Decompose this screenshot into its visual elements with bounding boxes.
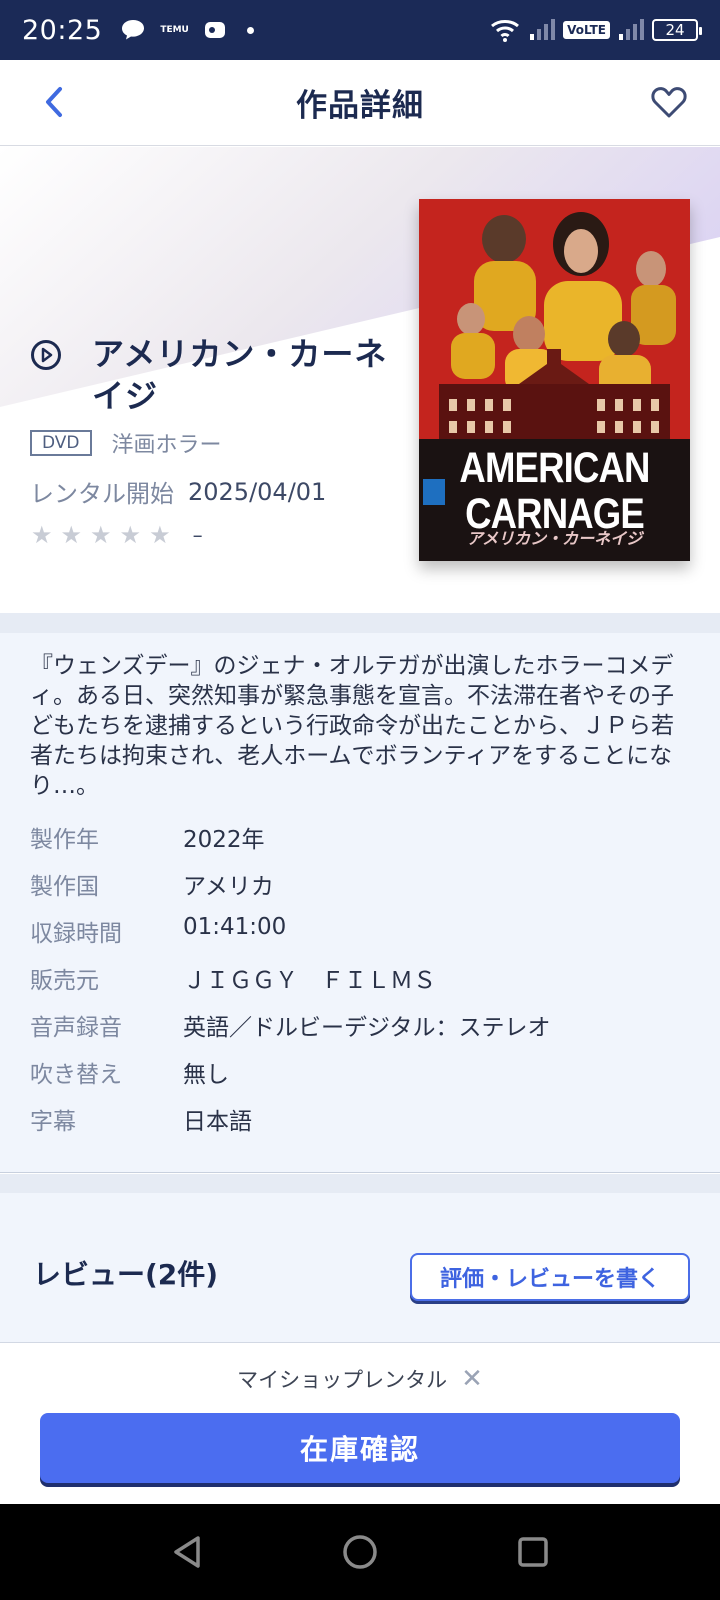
- spec-label: 販売元: [30, 968, 99, 994]
- spec-label: 製作国: [30, 874, 99, 900]
- details-section: 『ウェンズデー』のジェナ・オルテガが出演したホラーコメディ。ある日、突然知事が緊…: [0, 633, 720, 1173]
- product-poster[interactable]: AMERICAN CARNAGE アメリカン・カーネイジ: [419, 199, 690, 561]
- spec-row: 吹き替え 無し: [30, 1055, 229, 1089]
- spec-value: 無し: [183, 1062, 229, 1088]
- signal-icon: [529, 18, 556, 42]
- bottom-action-bar: マイショップレンタル ✕ 在庫確認: [0, 1344, 720, 1504]
- spec-label: 吹き替え: [30, 1062, 122, 1088]
- rating-stars: ★ ★ ★ ★ ★ –: [31, 523, 203, 547]
- poster-subtitle: アメリカン・カーネイジ: [466, 529, 643, 548]
- spec-label: 字幕: [30, 1109, 76, 1135]
- square-recents-icon: [518, 1537, 549, 1567]
- play-circle-icon[interactable]: [30, 339, 62, 371]
- rental-row: レンタル開始 2025/04/01: [30, 474, 326, 509]
- spec-label: 収録時間: [30, 921, 122, 947]
- system-status: VoLTE 24: [489, 17, 702, 43]
- nav-recents-button[interactable]: [511, 1530, 555, 1574]
- poster-title: AMERICAN CARNAGE: [439, 445, 669, 537]
- title-row: アメリカン・カーネイジ: [30, 333, 390, 417]
- chat-bubble-icon: [120, 18, 146, 42]
- spec-row: 販売元 ＪＩＧＧＹ ＦＩＬＭＳ: [30, 961, 436, 995]
- battery-icon: 24: [652, 19, 702, 41]
- section-divider: [0, 1174, 720, 1193]
- notification-icons: TEMU: [120, 18, 254, 42]
- app-header: 作品詳細: [0, 60, 720, 146]
- wifi-icon: [489, 17, 521, 43]
- genre-label: 洋画ホラー: [111, 433, 222, 458]
- volte-badge: VoLTE: [563, 21, 610, 39]
- chevron-left-icon: [46, 87, 62, 117]
- temu-icon: TEMU: [160, 24, 189, 35]
- spec-value: 英語／ドルビーデジタル：ステレオ: [183, 1015, 551, 1041]
- spec-value: 01:41:00: [183, 914, 287, 940]
- signal-icon-2: [618, 18, 644, 42]
- screen: 20:25 TEMU VoLTE 24 作品詳細 アメリカン・カーネイジ DVD…: [0, 0, 720, 1600]
- close-icon[interactable]: ✕: [461, 1364, 483, 1394]
- spec-row: 字幕 日本語: [30, 1102, 252, 1136]
- status-bar: 20:25 TEMU VoLTE 24: [0, 0, 720, 60]
- circle-home-icon: [343, 1535, 377, 1569]
- section-divider: [0, 613, 720, 633]
- spec-row: 製作国 アメリカ: [30, 867, 274, 901]
- rental-start-label: レンタル開始: [30, 480, 174, 508]
- star-icon: ★: [119, 521, 142, 549]
- reviews-section: レビュー(2件) 評価・レビューを書く: [0, 1193, 720, 1343]
- favorite-button[interactable]: [648, 82, 690, 124]
- star-icon: ★: [149, 521, 171, 549]
- myshop-label: マイショップレンタル: [237, 1368, 448, 1392]
- battery-level: 24: [665, 21, 685, 39]
- product-hero: アメリカン・カーネイジ DVD 洋画ホラー レンタル開始 2025/04/01 …: [0, 147, 720, 613]
- spec-value: ＪＩＧＧＹ ＦＩＬＭＳ: [183, 968, 436, 994]
- spec-value: アメリカ: [183, 874, 274, 900]
- spec-row: 音声録音 英語／ドルビーデジタル：ステレオ: [30, 1008, 551, 1042]
- nav-home-button[interactable]: [338, 1530, 382, 1574]
- rating-value: –: [192, 523, 203, 547]
- check-stock-button[interactable]: 在庫確認: [40, 1413, 680, 1483]
- nav-back-button[interactable]: [165, 1530, 209, 1574]
- heart-icon: [651, 87, 687, 118]
- triangle-back-icon: [173, 1536, 200, 1568]
- format-badge: DVD: [30, 430, 92, 456]
- spec-value: 日本語: [183, 1109, 252, 1135]
- reviews-heading: レビュー(2件): [33, 1258, 219, 1291]
- spec-row: 収録時間 01:41:00: [30, 914, 286, 948]
- spec-label: 音声録音: [30, 1015, 122, 1041]
- star-icon: ★: [60, 521, 83, 549]
- spec-value: 2022年: [183, 827, 265, 853]
- myshop-row: マイショップレンタル ✕: [0, 1364, 720, 1394]
- rental-start-date: 2025/04/01: [188, 477, 327, 506]
- star-icon: ★: [90, 521, 112, 549]
- poster-title-line1: AMERICAN: [459, 444, 650, 492]
- synopsis: 『ウェンズデー』のジェナ・オルテガが出演したホラーコメディ。ある日、突然知事が緊…: [30, 653, 674, 799]
- spec-label: 製作年: [30, 827, 99, 853]
- meta-row: DVD 洋画ホラー: [30, 427, 222, 459]
- product-title: アメリカン・カーネイジ: [92, 335, 388, 415]
- more-notifications-dot: [246, 26, 254, 34]
- write-review-button[interactable]: 評価・レビューを書く: [410, 1253, 690, 1301]
- system-navigation-bar: [0, 1504, 720, 1600]
- back-button[interactable]: [36, 84, 72, 120]
- status-time: 20:25: [22, 14, 103, 46]
- app-cube-icon: [203, 18, 227, 42]
- page-title: 作品詳細: [296, 88, 424, 124]
- spec-row: 製作年 2022年: [30, 820, 265, 854]
- star-icon: ★: [31, 521, 53, 549]
